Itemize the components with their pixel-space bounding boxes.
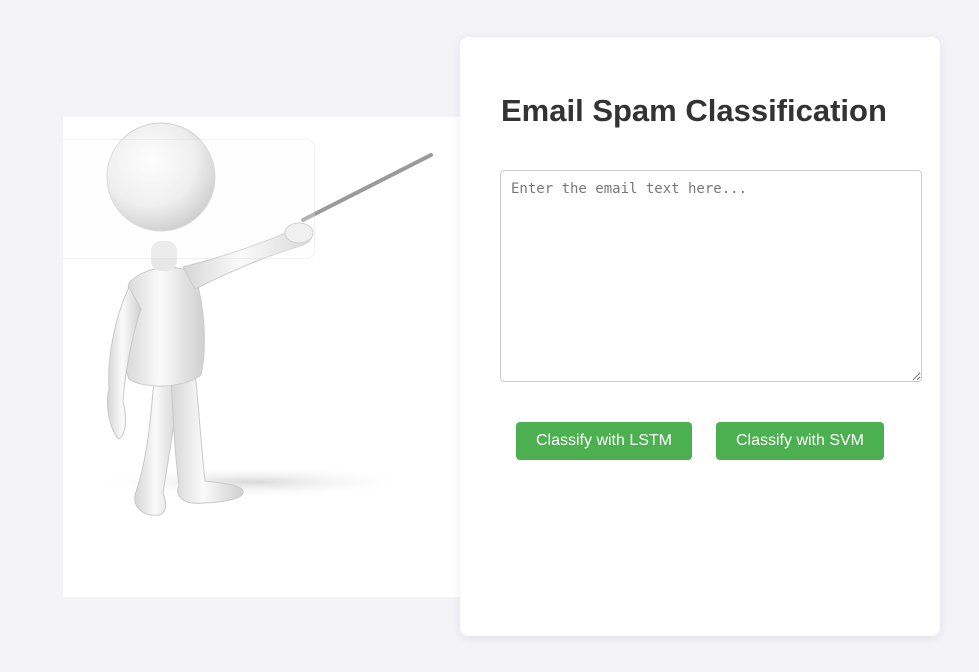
page-title: Email Spam Classification xyxy=(501,93,887,128)
page: Email Spam Classification Classify with … xyxy=(0,0,979,672)
email-text-input[interactable] xyxy=(500,170,922,382)
presenter-illustration xyxy=(63,117,463,597)
classify-lstm-button[interactable]: Classify with LSTM xyxy=(516,422,692,460)
classification-card: Email Spam Classification Classify with … xyxy=(460,37,940,636)
faded-background-panel xyxy=(63,139,315,259)
classify-svm-button[interactable]: Classify with SVM xyxy=(716,422,884,460)
